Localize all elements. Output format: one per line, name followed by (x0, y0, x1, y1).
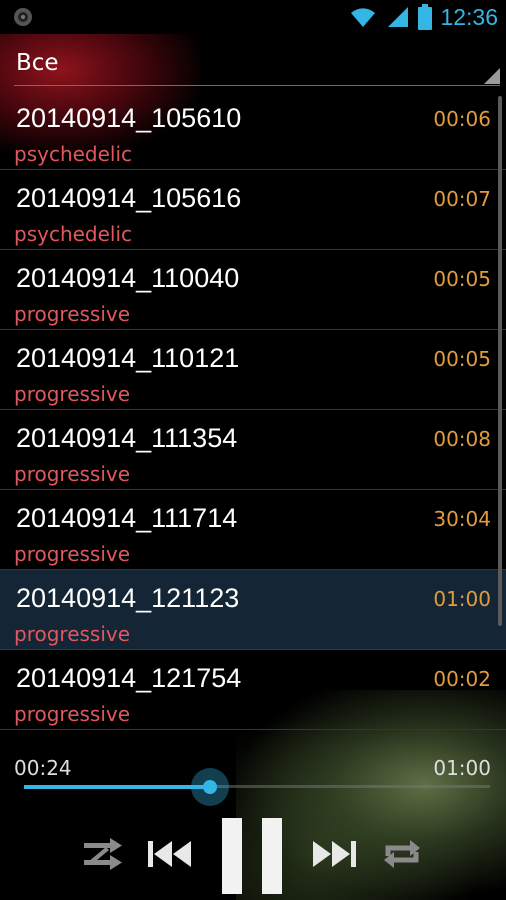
track-list[interactable]: 20140914_105610 psychedelic 00:06 201409… (0, 90, 506, 730)
track-row[interactable]: 20140914_110040 progressive 00:05 (0, 250, 506, 330)
track-title: 20140914_111354 (16, 423, 238, 453)
playlist-selector[interactable]: Все (0, 34, 506, 88)
elapsed-time: 00:24 (14, 756, 72, 780)
status-icons: 12:36 (348, 4, 498, 30)
track-title: 20140914_121123 (16, 583, 240, 613)
track-row-selected[interactable]: 20140914_121123 progressive 01:00 (0, 570, 506, 650)
track-genre: progressive (14, 702, 131, 726)
status-clock: 12:36 (440, 3, 498, 30)
track-duration: 00:06 (433, 107, 491, 131)
track-genre: psychedelic (14, 142, 133, 166)
track-duration: 00:05 (433, 347, 491, 371)
track-genre: progressive (14, 302, 131, 326)
playlist-title: Все (16, 50, 59, 76)
track-row[interactable]: 20140914_105616 psychedelic 00:07 (0, 170, 506, 250)
track-genre: progressive (14, 462, 131, 486)
track-duration: 00:07 (433, 187, 491, 211)
header-divider (14, 85, 500, 86)
status-bar: 12:36 (0, 0, 506, 34)
previous-icon[interactable] (148, 838, 192, 870)
dropdown-corner-icon (484, 68, 500, 84)
track-duration: 01:00 (433, 587, 491, 611)
track-title: 20140914_105610 (16, 103, 242, 133)
track-title: 20140914_105616 (16, 183, 242, 213)
track-title: 20140914_111714 (16, 503, 238, 533)
track-row[interactable]: 20140914_121754 progressive 00:02 (0, 650, 506, 730)
battery-icon (418, 4, 433, 30)
shuffle-icon[interactable] (84, 838, 126, 870)
track-genre: psychedelic (14, 222, 133, 246)
track-row[interactable]: 20140914_110121 progressive 00:05 (0, 330, 506, 410)
track-row[interactable]: 20140914_105610 psychedelic 00:06 (0, 90, 506, 170)
track-duration: 00:08 (433, 427, 491, 451)
track-genre: progressive (14, 382, 131, 406)
repeat-icon[interactable] (382, 836, 422, 872)
track-duration: 30:04 (433, 507, 491, 531)
notification-icon (14, 8, 32, 26)
total-time: 01:00 (433, 756, 491, 780)
track-title: 20140914_110040 (16, 263, 240, 293)
track-duration: 00:02 (433, 667, 491, 691)
signal-icon (388, 7, 409, 27)
seek-progress (24, 785, 210, 789)
track-title: 20140914_110121 (16, 343, 240, 373)
track-row[interactable]: 20140914_111354 progressive 00:08 (0, 410, 506, 490)
next-icon[interactable] (312, 838, 356, 870)
playback-controls (0, 812, 506, 900)
seek-thumb[interactable] (191, 768, 229, 806)
track-row[interactable]: 20140914_111714 progressive 30:04 (0, 490, 506, 570)
list-scrollbar[interactable] (498, 96, 502, 626)
wifi-icon (351, 8, 376, 27)
track-duration: 00:05 (433, 267, 491, 291)
track-genre: progressive (14, 542, 131, 566)
pause-icon[interactable] (220, 816, 284, 896)
track-title: 20140914_121754 (16, 663, 242, 693)
track-genre: progressive (14, 622, 131, 646)
